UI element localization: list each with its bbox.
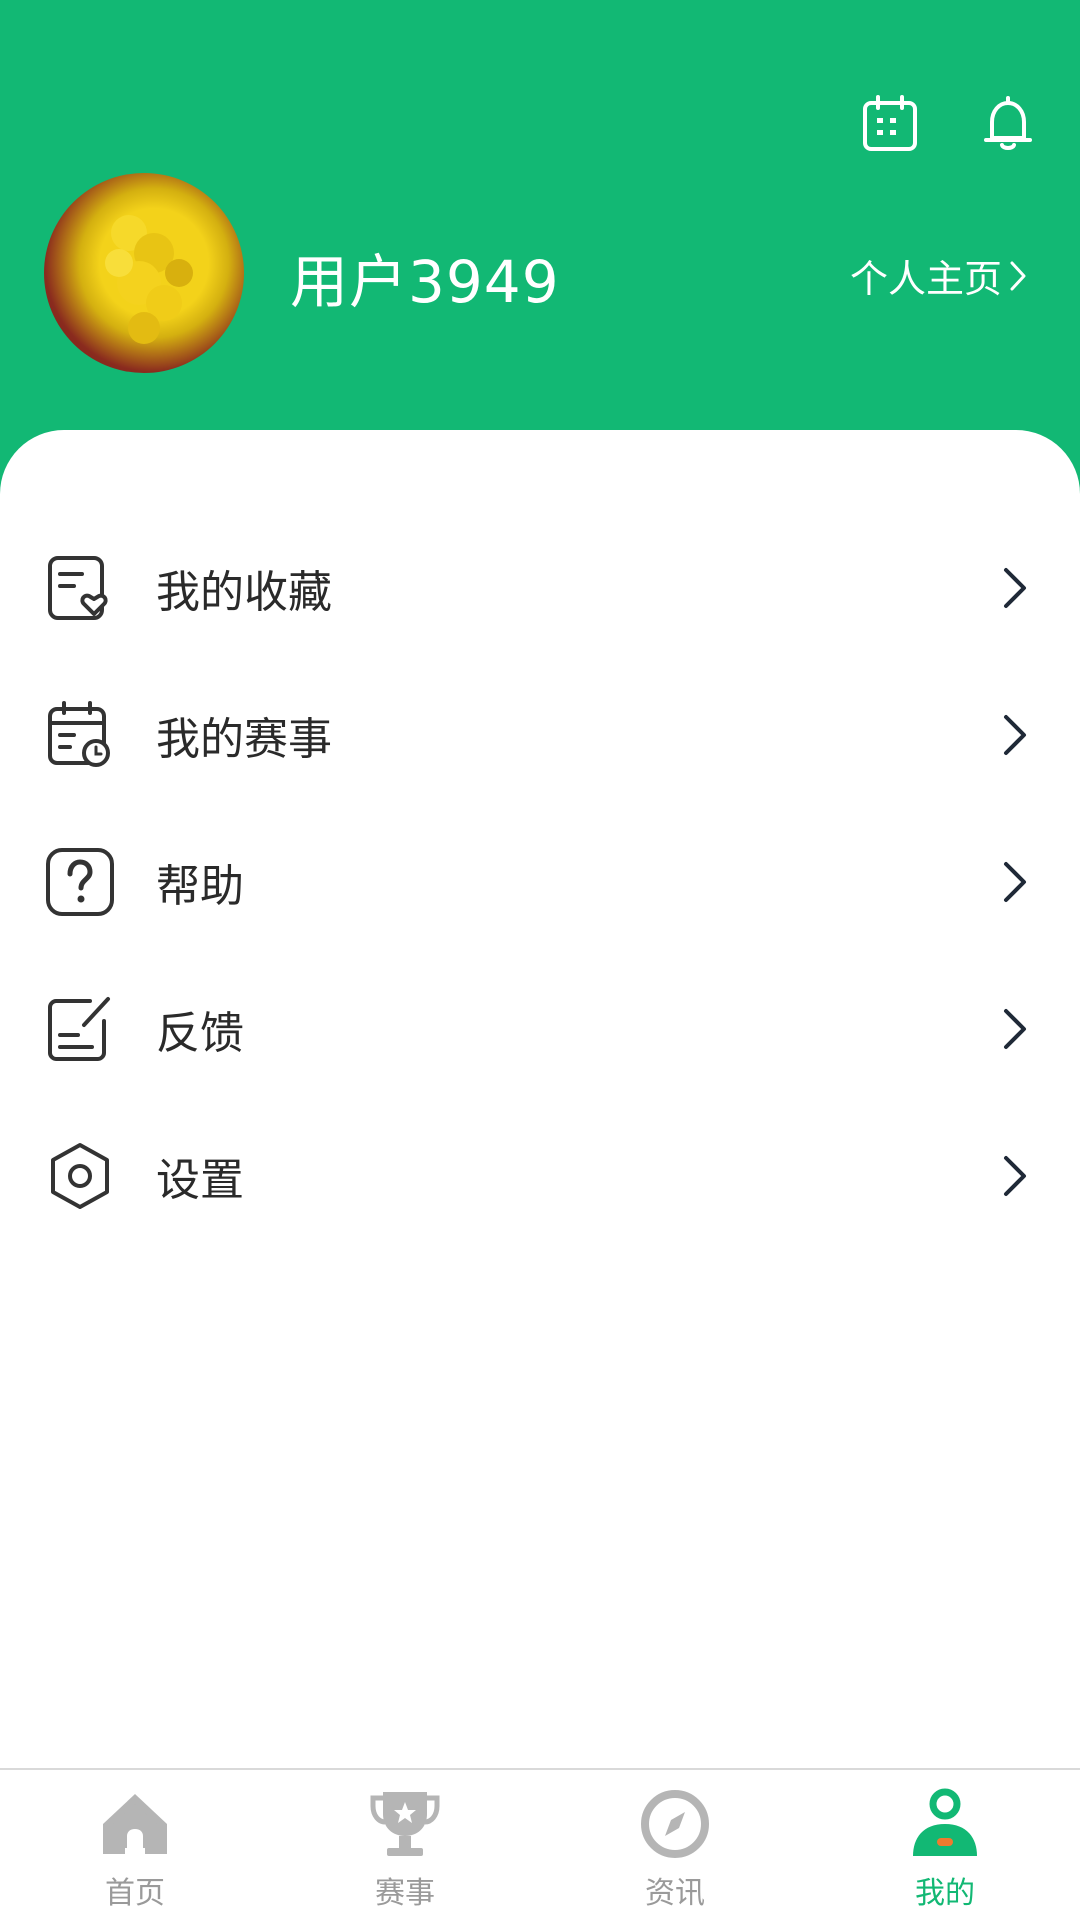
tab-mine[interactable]: 我的 bbox=[810, 1770, 1080, 1922]
tab-news[interactable]: 资讯 bbox=[540, 1770, 810, 1922]
username: 用户3949 bbox=[290, 248, 560, 316]
chevron-right-icon bbox=[1004, 714, 1026, 755]
profile-link-label: 个人主页 bbox=[849, 257, 1002, 301]
trophy-icon bbox=[370, 1792, 440, 1856]
chevron-right-icon bbox=[1004, 567, 1026, 608]
tab-label: 我的 bbox=[915, 1876, 975, 1911]
home-icon bbox=[103, 1794, 167, 1854]
compass-icon bbox=[641, 1790, 709, 1858]
avatar[interactable] bbox=[44, 173, 244, 373]
menu-item-feedback[interactable]: 反馈 bbox=[0, 955, 1080, 1102]
menu-item-my-events[interactable]: 我的赛事 bbox=[0, 661, 1080, 808]
my-events-icon bbox=[48, 700, 110, 767]
menu-item-label: 我的赛事 bbox=[156, 713, 332, 765]
chevron-right-icon bbox=[1004, 861, 1026, 902]
tab-home[interactable]: 首页 bbox=[0, 1770, 270, 1922]
profile-header: 用户3949 个人主页 bbox=[0, 0, 1080, 500]
tab-label: 资讯 bbox=[645, 1876, 705, 1911]
chevron-right-icon bbox=[1004, 1008, 1026, 1049]
help-icon bbox=[46, 847, 114, 916]
menu-item-favorites[interactable]: 我的收藏 bbox=[0, 514, 1080, 661]
bottom-tab-bar: 首页 赛事 资讯 我的 bbox=[0, 1768, 1080, 1922]
header-actions bbox=[858, 92, 1040, 156]
menu-item-settings[interactable]: 设置 bbox=[0, 1102, 1080, 1249]
menu-item-label: 帮助 bbox=[156, 860, 244, 912]
settings-icon bbox=[51, 1142, 109, 1209]
menu-item-label: 我的收藏 bbox=[156, 566, 332, 618]
profile-link[interactable]: 个人主页 bbox=[850, 248, 1028, 303]
bell-icon[interactable] bbox=[976, 92, 1040, 156]
calendar-icon[interactable] bbox=[858, 92, 922, 156]
profile-icon bbox=[913, 1788, 977, 1856]
tab-label: 赛事 bbox=[375, 1876, 435, 1911]
favorites-icon bbox=[48, 555, 108, 620]
menu-item-help[interactable]: 帮助 bbox=[0, 808, 1080, 955]
tab-events[interactable]: 赛事 bbox=[270, 1770, 540, 1922]
menu-list: 我的收藏 我的赛事 帮助 反馈 设置 bbox=[0, 514, 1080, 1249]
chevron-right-icon bbox=[1010, 261, 1026, 290]
content-panel: 我的收藏 我的赛事 帮助 反馈 设置 bbox=[0, 430, 1080, 1770]
chevron-right-icon bbox=[1004, 1155, 1026, 1196]
tab-label: 首页 bbox=[105, 1876, 165, 1911]
feedback-icon bbox=[48, 996, 110, 1061]
menu-item-label: 设置 bbox=[156, 1154, 244, 1206]
menu-item-label: 反馈 bbox=[156, 1007, 244, 1059]
